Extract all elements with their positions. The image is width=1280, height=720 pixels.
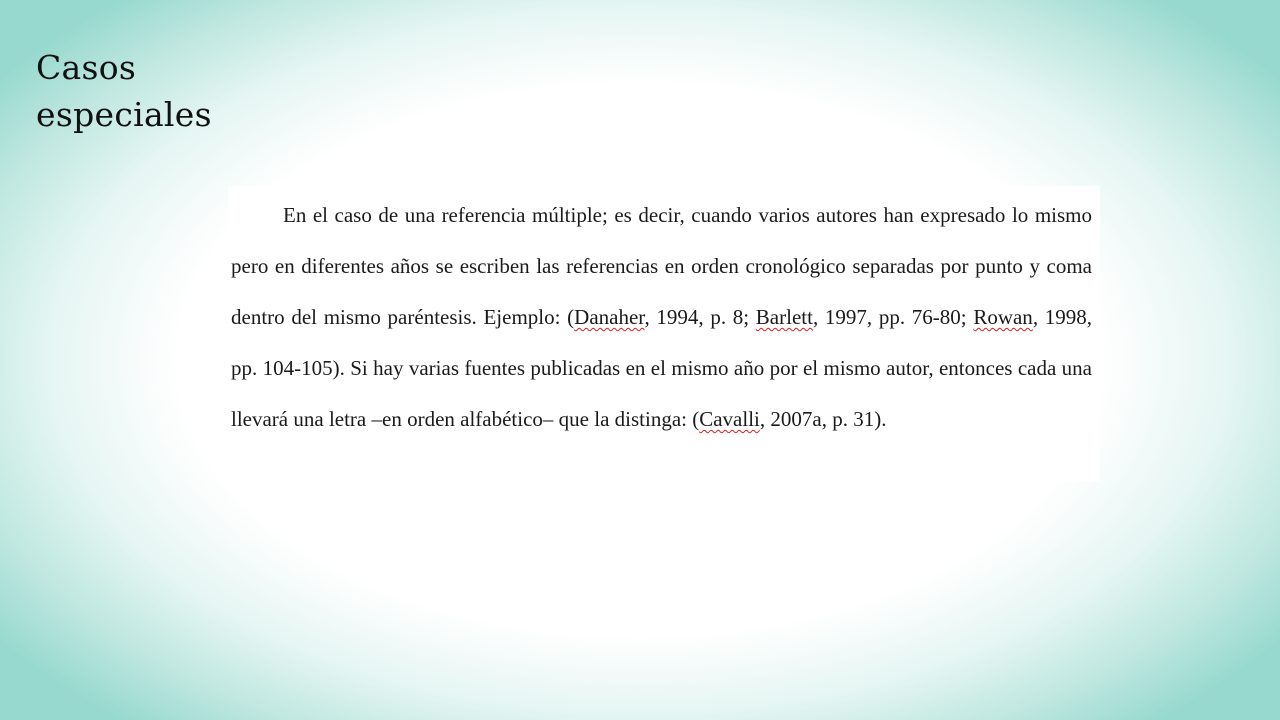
document-paragraph: En el caso de una referencia múltiple; e… (231, 190, 1092, 445)
slide-title-line-2: especiales (36, 95, 212, 134)
slide-background: Casos especiales En el caso de una refer… (0, 0, 1280, 720)
slide-title: Casos especiales (36, 44, 212, 138)
citation-author-barlett: Barlett (755, 305, 813, 329)
paragraph-text-5: , 2007a, p. 31). (759, 407, 887, 431)
paragraph-text-2: , 1994, p. 8; (644, 305, 756, 329)
document-excerpt-image: En el caso de una referencia múltiple; e… (228, 186, 1100, 482)
paragraph-text-3: , 1997, pp. 76-80; (812, 305, 974, 329)
citation-author-danaher: Danaher (574, 305, 645, 329)
citation-author-rowan: Rowan (973, 305, 1033, 329)
slide-title-line-1: Casos (36, 48, 137, 87)
citation-author-cavalli: Cavalli (699, 407, 760, 431)
